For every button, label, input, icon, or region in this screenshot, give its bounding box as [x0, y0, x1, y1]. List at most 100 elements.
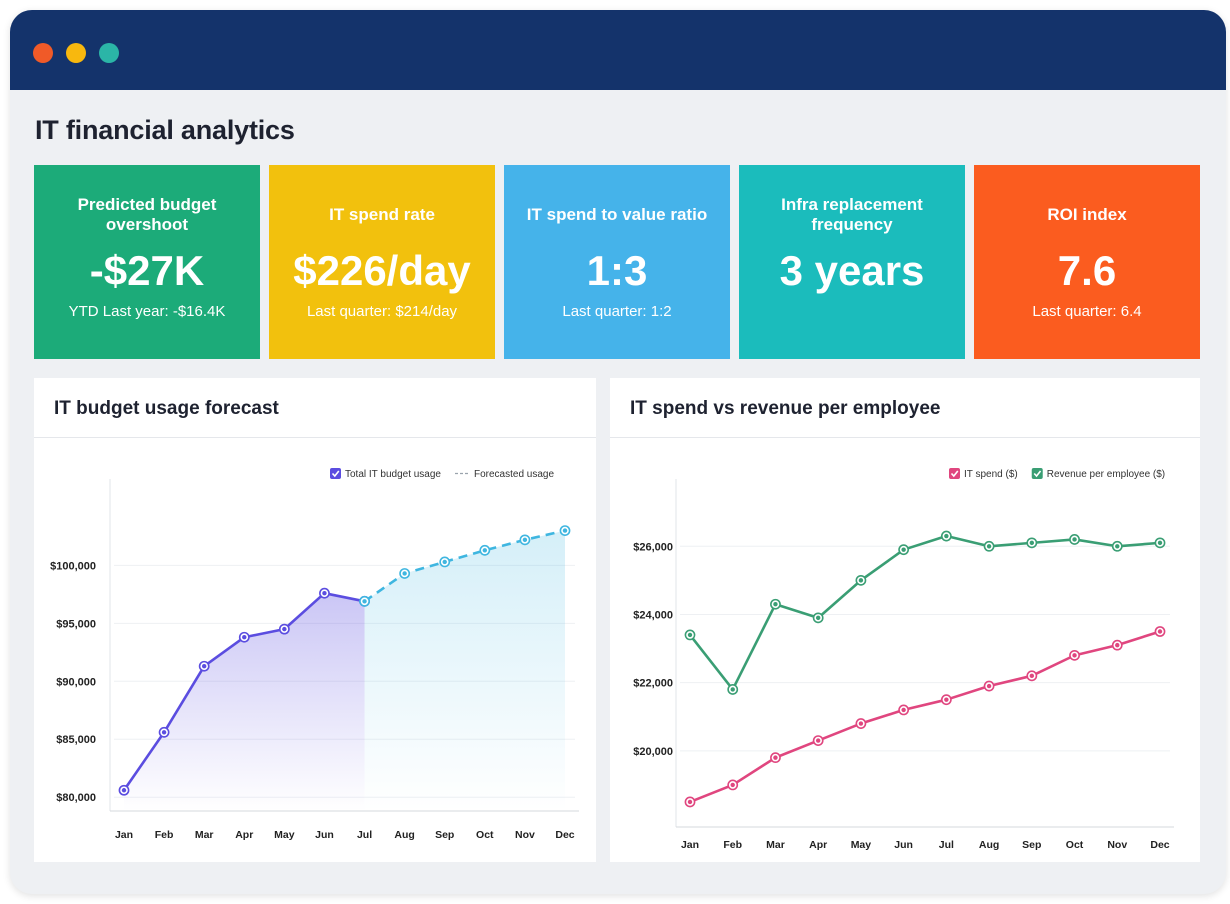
y-tick-label: $80,000 [56, 792, 96, 804]
legend-label[interactable]: Total IT budget usage [345, 469, 441, 480]
data-point-center [1029, 540, 1035, 546]
kpi-label: Predicted budget overshoot [77, 195, 217, 234]
x-tick-label: Jan [681, 839, 699, 851]
data-point-center [815, 738, 821, 743]
data-point-center [901, 707, 906, 713]
kpi-card-budget-overshoot[interactable]: Predicted budget overshoot -$27K YTD Las… [34, 165, 260, 359]
kpi-subtext: YTD Last year: -$16.4K [68, 303, 226, 320]
data-point-center [402, 571, 407, 576]
close-window-dot[interactable] [33, 43, 53, 63]
data-point-center [687, 799, 693, 805]
x-tick-label: Jul [357, 829, 372, 841]
panel-title: IT budget usage forecast [34, 378, 596, 438]
legend-label[interactable]: Revenue per employee ($) [1047, 469, 1165, 480]
kpi-label: Infra replacement frequency [781, 195, 923, 234]
data-point-center [944, 533, 949, 539]
data-point-center [522, 537, 528, 543]
data-point-center [1072, 537, 1077, 542]
x-tick-label: Mar [766, 839, 785, 851]
x-tick-label: Jun [315, 829, 334, 841]
data-point-center [858, 578, 864, 583]
x-tick-label: Feb [723, 839, 742, 851]
y-tick-label: $95,000 [56, 618, 96, 630]
kpi-card-spend-rate[interactable]: IT spend rate $226/day Last quarter: $21… [269, 165, 495, 359]
minimize-window-dot[interactable] [66, 43, 86, 63]
x-tick-label: Dec [555, 829, 574, 841]
x-tick-label: Aug [394, 829, 414, 841]
y-tick-label: $26,000 [633, 541, 673, 553]
kpi-value: 7.6 [1057, 247, 1117, 294]
data-point-center [362, 599, 367, 604]
x-tick-label: Sep [435, 829, 454, 841]
legend-checkbox[interactable] [330, 468, 341, 479]
data-point-center [730, 687, 735, 692]
budget-forecast-chart: $80,000 $85,000 $90,000 $95,000 $100,000 Jan F… [50, 468, 579, 841]
data-point-center [322, 590, 327, 596]
x-tick-label: Nov [1107, 839, 1127, 851]
data-point-center [986, 683, 992, 689]
legend-checkbox[interactable] [1031, 468, 1043, 479]
kpi-label: IT spend to value ratio [526, 205, 708, 224]
budget-forecast-panel: IT budget usage forecast $80,000 $85,000 $… [34, 378, 596, 862]
y-tick-label: $100,000 [50, 560, 96, 572]
data-point-center [1072, 653, 1077, 658]
y-tick-label: $24,000 [633, 609, 673, 621]
kpi-card-infra-replacement[interactable]: Infra replacement frequency 3 years [739, 165, 965, 359]
series-area [364, 530, 565, 811]
kpi-card-value-ratio[interactable]: IT spend to value ratio 1:3 Last quarter… [504, 165, 730, 359]
spend-revenue-chart: $20,000 $22,000 $24,000 $26,000 Jan Feb Mar Apr… [633, 468, 1174, 851]
data-point-center [442, 559, 447, 565]
x-tick-label: May [274, 829, 295, 841]
panel-title: IT spend vs revenue per employee [610, 378, 1200, 438]
y-tick-label: $85,000 [56, 734, 96, 746]
data-point-center [687, 632, 693, 638]
x-tick-label: Nov [515, 829, 535, 841]
x-tick-label: Dec [1150, 839, 1169, 851]
data-point-center [1157, 629, 1163, 634]
data-point-center [901, 547, 906, 552]
data-point-center [773, 755, 778, 760]
data-point-center [730, 782, 735, 788]
kpi-subtext: Last quarter: 6.4 [1032, 303, 1142, 320]
legend-checkbox[interactable] [949, 468, 960, 479]
data-point-center [482, 548, 488, 553]
y-tick-label: $22,000 [633, 678, 673, 690]
data-point-center [986, 544, 992, 549]
series-area [124, 593, 365, 811]
data-point-center [121, 788, 127, 793]
x-tick-label: Feb [155, 829, 174, 841]
x-tick-label: May [851, 839, 872, 851]
kpi-card-roi-index[interactable]: ROI index 7.6 Last quarter: 6.4 [974, 165, 1200, 359]
x-tick-label: Apr [235, 829, 253, 841]
spend-revenue-panel: IT spend vs revenue per employee $20,000… [610, 378, 1200, 862]
kpi-label: ROI index [1047, 205, 1127, 224]
legend-label[interactable]: IT spend ($) [964, 469, 1018, 480]
x-tick-label: Aug [979, 839, 999, 851]
data-point-center [161, 730, 167, 735]
y-tick-label: $90,000 [56, 676, 96, 688]
kpi-subtext: Last quarter: $214/day [306, 303, 458, 320]
app-window: IT financial analytics Predicted budget … [10, 10, 1226, 894]
x-tick-label: Oct [476, 829, 494, 841]
x-tick-label: Mar [195, 829, 214, 841]
data-point-center [815, 615, 821, 621]
data-point-center [1029, 673, 1035, 679]
data-point-center [1157, 540, 1163, 546]
kpi-label: IT spend rate [329, 205, 435, 224]
kpi-subtext: Last quarter: 1:2 [562, 303, 672, 320]
legend-label[interactable]: Forecasted usage [474, 469, 554, 480]
x-tick-label: Oct [1066, 839, 1084, 851]
data-point-center [282, 626, 287, 632]
maximize-window-dot[interactable] [99, 43, 119, 63]
series-line [689, 630, 1161, 804]
y-tick-label: $20,000 [633, 746, 673, 758]
x-tick-label: Apr [809, 839, 827, 851]
kpi-value: -$27K [89, 247, 205, 294]
kpi-value: 1:3 [586, 247, 648, 294]
data-point-center [242, 635, 247, 640]
x-tick-label: Sep [1022, 839, 1041, 851]
title-bar [10, 10, 1226, 90]
data-point-center [773, 602, 778, 607]
x-tick-label: Jun [894, 839, 913, 851]
series-line [688, 534, 1161, 691]
